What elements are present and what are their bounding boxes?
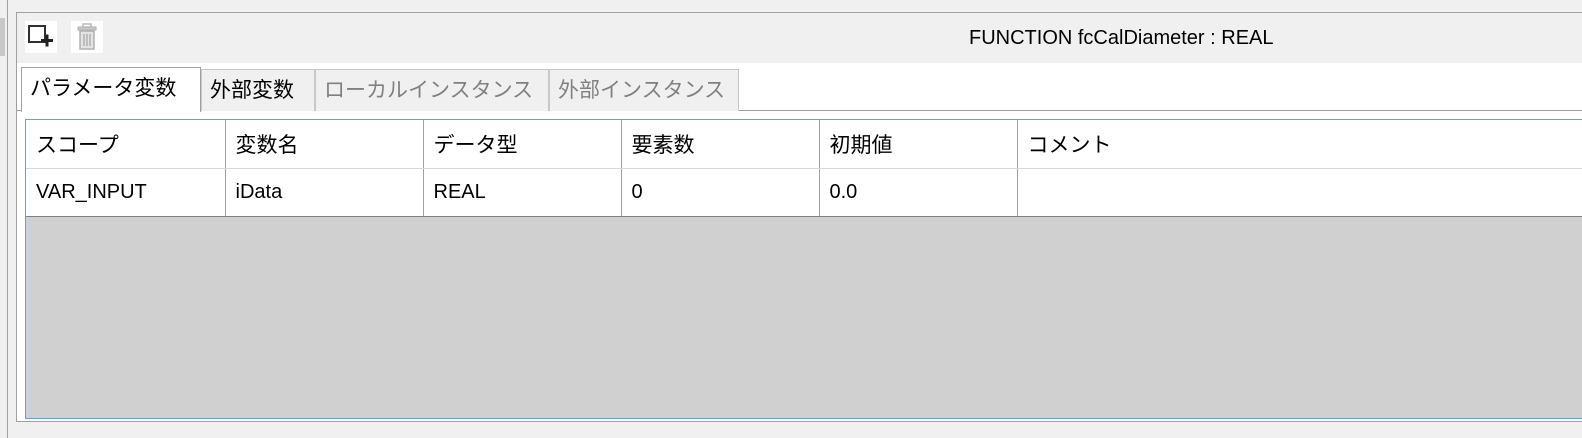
splitter-grip[interactable] — [0, 18, 5, 56]
tab-external-variables[interactable]: 外部変数 — [201, 69, 315, 111]
left-splitter[interactable] — [0, 0, 8, 438]
tab-parameter-variables[interactable]: パラメータ変数 — [21, 67, 201, 112]
variable-editor-panel: FUNCTION fcCalDiameter : REAL パラメータ変数 外部… — [16, 12, 1582, 422]
column-header-name[interactable]: 変数名 — [225, 120, 424, 169]
column-header-scope[interactable]: スコープ — [26, 120, 226, 169]
cell-datatype[interactable]: REAL — [423, 168, 622, 217]
tab-external-instances[interactable]: 外部インスタンス — [549, 69, 739, 111]
column-header-initial-value[interactable]: 初期値 — [819, 120, 1018, 169]
column-header-elements[interactable]: 要素数 — [621, 120, 820, 169]
cell-scope[interactable]: VAR_INPUT — [26, 168, 226, 217]
cell-initial-value[interactable]: 0.0 — [819, 168, 1018, 217]
column-header-comment[interactable]: コメント — [1017, 120, 1582, 169]
variable-table: スコープ 変数名 データ型 要素数 初期値 コメント VAR_INPUT iDa… — [26, 120, 1582, 217]
pou-title: FUNCTION fcCalDiameter : REAL — [969, 27, 1274, 49]
trash-icon — [77, 23, 97, 50]
tab-bar: パラメータ変数 外部変数 ローカルインスタンス 外部インスタンス — [17, 67, 1582, 112]
column-header-datatype[interactable]: データ型 — [423, 120, 622, 169]
header-row: スコープ 変数名 データ型 要素数 初期値 コメント — [26, 120, 1582, 169]
table-row[interactable]: VAR_INPUT iData REAL 0 0.0 — [26, 168, 1582, 217]
toolbar: FUNCTION fcCalDiameter : REAL — [17, 13, 1582, 63]
tab-local-instances[interactable]: ローカルインスタンス — [315, 69, 549, 111]
cell-comment[interactable] — [1017, 168, 1582, 217]
add-row-button[interactable] — [25, 21, 57, 53]
cell-elements[interactable]: 0 — [621, 168, 820, 217]
delete-row-button[interactable] — [71, 21, 103, 53]
add-row-icon — [28, 25, 53, 47]
variable-grid[interactable]: スコープ 変数名 データ型 要素数 初期値 コメント VAR_INPUT iDa… — [25, 119, 1582, 419]
cell-name[interactable]: iData — [225, 168, 424, 217]
